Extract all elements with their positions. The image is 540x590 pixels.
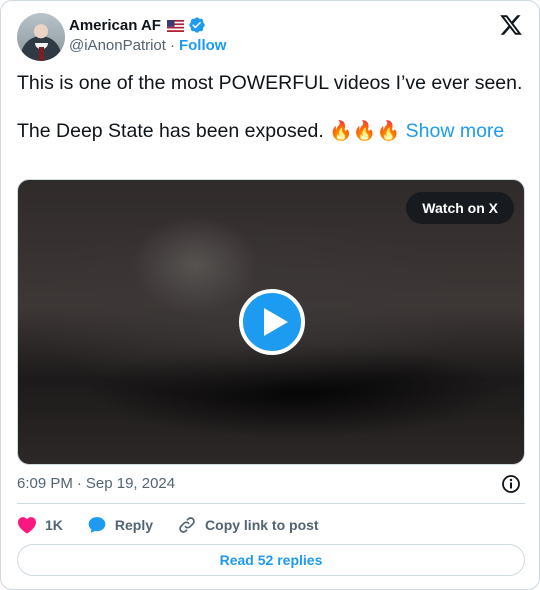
handle-separator: · [169,37,175,54]
follow-button[interactable]: Follow [179,37,227,54]
like-count: 1K [45,517,63,533]
timestamp[interactable]: 6:09 PM · Sep 19, 2024 [17,475,175,492]
watch-on-x-button[interactable]: Watch on X [406,192,514,224]
us-flag-icon [166,19,184,32]
heart-icon [18,517,36,534]
reply-button[interactable]: Reply [87,515,153,535]
copy-link-label: Copy link to post [205,517,319,533]
tweet-line-2-text: The Deep State has been exposed. [17,120,324,142]
tweet-text: This is one of the most POWERFUL videos … [17,71,525,144]
post-time: 6:09 PM [17,475,73,492]
x-logo-icon[interactable] [499,13,523,37]
author-display-name[interactable]: American AF [69,17,161,34]
play-icon [264,308,288,336]
play-button[interactable] [239,289,305,355]
tweet-line-2: The Deep State has been exposed. 🔥🔥🔥 Sho… [17,119,525,144]
tweet-line-1: This is one of the most POWERFUL videos … [17,72,523,94]
post-date: Sep 19, 2024 [85,475,176,492]
info-icon[interactable] [501,474,521,494]
divider [17,503,525,504]
author-handle-row: @iAnonPatriot · Follow [69,37,226,54]
verified-badge-icon [188,16,206,34]
avatar[interactable] [17,13,65,61]
copy-link-button[interactable]: Copy link to post [177,515,319,535]
show-more-link[interactable]: Show more [406,120,505,142]
tweet-embed-card: American AF @iAnonPatriot · Follow This … [0,0,540,590]
reply-label: Reply [114,517,154,533]
video-player[interactable]: Watch on X [17,179,525,465]
read-replies-button[interactable]: Read 52 replies [17,544,525,576]
avatar-tie [39,47,44,61]
reply-bubble-icon [88,517,106,533]
fire-emoji: 🔥🔥🔥 [329,121,401,142]
author-handle[interactable]: @iAnonPatriot [69,37,166,54]
timestamp-separator: · [76,475,82,492]
action-bar: 1K Reply Copy link to post [17,513,343,537]
like-button[interactable]: 1K [17,516,63,534]
link-icon [179,517,195,533]
author-name-row: American AF [69,16,206,34]
